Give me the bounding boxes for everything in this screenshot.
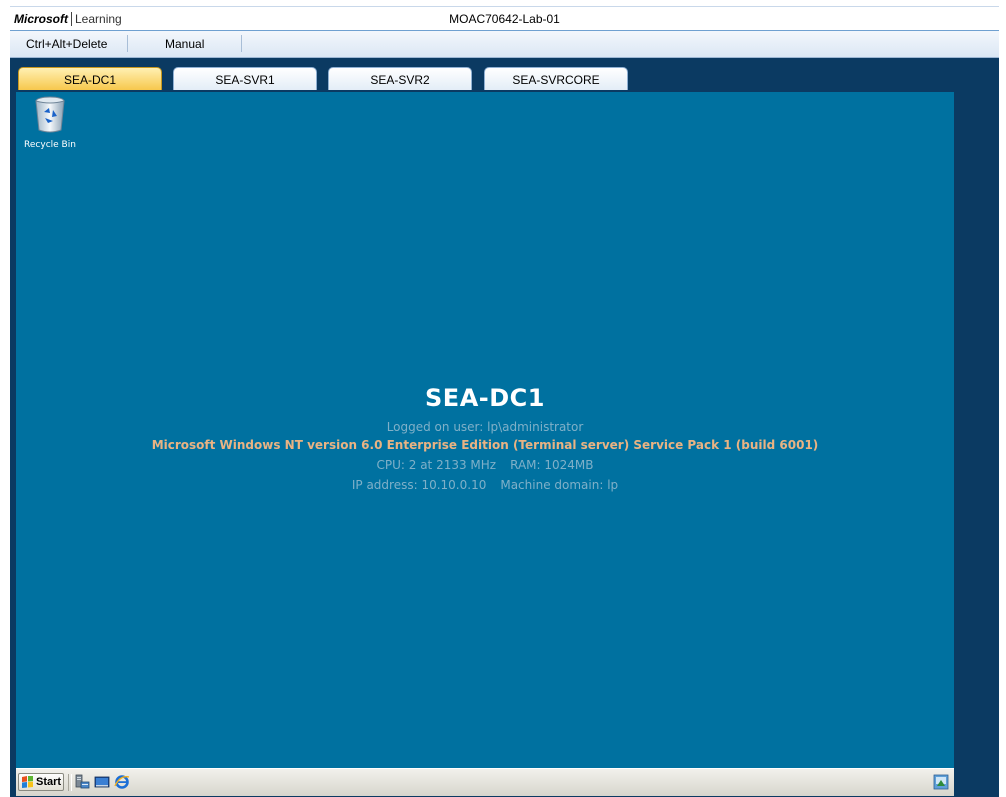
server-manager-icon[interactable] <box>74 774 90 790</box>
windows-flag-icon <box>22 776 33 788</box>
logged-on-user: Logged on user: lp\administrator <box>386 420 584 434</box>
recycle-bin-label: Recycle Bin <box>24 140 76 150</box>
cpu-info: CPU: 2 at 2133 MHz <box>376 458 497 472</box>
network-tray-icon[interactable] <box>933 774 949 790</box>
tab-sea-dc1[interactable]: SEA-DC1 <box>18 67 162 90</box>
remote-desktop[interactable]: Recycle Bin SEA-DC1 Logged on user: lp\a… <box>16 92 954 768</box>
manual-button[interactable]: Manual <box>165 37 204 51</box>
tab-sea-svr1[interactable]: SEA-SVR1 <box>173 67 317 90</box>
machine-domain: Machine domain: lp <box>500 478 619 492</box>
start-label: Start <box>36 776 62 788</box>
ctrl-alt-delete-button[interactable]: Ctrl+Alt+Delete <box>26 37 107 51</box>
title-bar: Microsoft Learning MOAC70642-Lab-01 <box>10 6 999 31</box>
system-info-panel: SEA-DC1 Logged on user: lp\administrator… <box>16 384 954 492</box>
taskbar-divider <box>68 774 72 791</box>
window-title: MOAC70642-Lab-01 <box>449 12 560 26</box>
menu-divider <box>127 35 128 52</box>
network-info: IP address: 10.10.0.10 Machine domain: lp <box>16 478 954 492</box>
recycle-bin-icon <box>35 96 65 133</box>
ip-address: IP address: 10.10.0.10 <box>351 478 487 492</box>
internet-explorer-icon[interactable] <box>114 774 130 790</box>
ram-info: RAM: 1024MB <box>510 458 594 472</box>
recycle-bin-shortcut[interactable]: Recycle Bin <box>20 96 80 150</box>
os-version: Microsoft Windows NT version 6.0 Enterpr… <box>151 438 819 452</box>
tab-sea-svrcore[interactable]: SEA-SVRCORE <box>484 67 628 90</box>
start-button[interactable]: Start <box>18 773 64 791</box>
show-desktop-icon[interactable] <box>94 774 110 790</box>
taskbar: Start <box>16 768 954 796</box>
menu-bar: Ctrl+Alt+Delete Manual <box>10 31 999 58</box>
hostname-heading: SEA-DC1 <box>425 384 545 412</box>
hardware-info: CPU: 2 at 2133 MHz RAM: 1024MB <box>16 458 954 472</box>
menu-divider <box>241 35 242 52</box>
tab-sea-svr2[interactable]: SEA-SVR2 <box>328 67 472 90</box>
